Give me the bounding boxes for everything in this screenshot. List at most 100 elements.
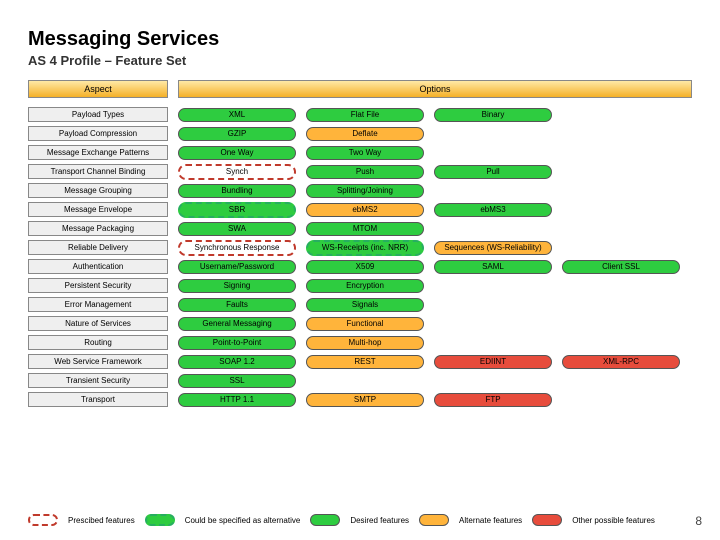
option-pill: Pull (434, 165, 552, 179)
feature-row: Transient Security SSL (28, 372, 692, 389)
aspect-label: Transient Security (28, 373, 168, 388)
aspect-label: Persistent Security (28, 278, 168, 293)
option-pill: X509 (306, 260, 424, 274)
option-group: HTTP 1.1 SMTP FTP (178, 393, 692, 407)
option-group: SSL (178, 374, 692, 388)
feature-row: Transport HTTP 1.1 SMTP FTP (28, 391, 692, 408)
aspect-label: Payload Types (28, 107, 168, 122)
feature-row: Error Management Faults Signals (28, 296, 692, 313)
aspect-label: Authentication (28, 259, 168, 274)
option-pill: Faults (178, 298, 296, 312)
option-group: Signing Encryption (178, 279, 692, 293)
aspect-label: Routing (28, 335, 168, 350)
option-pill: Multi-hop (306, 336, 424, 350)
feature-row: Message Grouping Bundling Splitting/Joinin… (28, 182, 692, 199)
header-aspect: Aspect (28, 80, 168, 98)
feature-row: Reliable Delivery Synchronous Response WS-… (28, 239, 692, 256)
page-title: Messaging Services (28, 28, 692, 51)
aspect-label: Message Grouping (28, 183, 168, 198)
option-group: Point-to-Point Multi-hop (178, 336, 692, 350)
aspect-label: Web Service Framework (28, 354, 168, 369)
option-group: Faults Signals (178, 298, 692, 312)
aspect-label: Payload Compression (28, 126, 168, 141)
option-group: Synch Push Pull (178, 164, 692, 180)
feature-row: Web Service Framework SOAP 1.2 REST EDIINT X… (28, 353, 692, 370)
aspect-label: Error Management (28, 297, 168, 312)
option-pill: Binary (434, 108, 552, 122)
aspect-label: Reliable Delivery (28, 240, 168, 255)
option-pill: Username/Password (178, 260, 296, 274)
option-pill: Bundling (178, 184, 296, 198)
option-group: GZIPDeflate (178, 127, 692, 141)
option-pill: ebMS3 (434, 203, 552, 217)
option-pill: Signing (178, 279, 296, 293)
legend-label: Desired features (350, 516, 409, 525)
feature-row: Message Packaging SWA MTOM (28, 220, 692, 237)
legend-label: Prescibed features (68, 516, 135, 525)
option-pill: General Messaging (178, 317, 296, 331)
option-pill: SBR (178, 202, 296, 218)
feature-row: Nature of Services General Messaging Funct… (28, 315, 692, 332)
option-pill: EDIINT (434, 355, 552, 369)
aspect-label: Message Packaging (28, 221, 168, 236)
option-pill: Splitting/Joining (306, 184, 424, 198)
option-pill: Push (306, 165, 424, 179)
legend-label: Could be specified as alternative (185, 516, 301, 525)
option-pill: WS-Receipts (inc. NRR) (306, 240, 424, 256)
option-pill: FTP (434, 393, 552, 407)
legend-label: Other possible features (572, 516, 655, 525)
aspect-label: Transport (28, 392, 168, 407)
feature-row: Routing Point-to-Point Multi-hop (28, 334, 692, 351)
option-pill: SAML (434, 260, 552, 274)
page-number: 8 (695, 514, 702, 528)
option-pill: Flat File (306, 108, 424, 122)
option-group: XML Flat File Binary (178, 108, 692, 122)
option-group: SBR ebMS2 ebMS3 (178, 202, 692, 218)
option-pill: Two Way (306, 146, 424, 160)
feature-row: Payload Types XML Flat File Binary (28, 106, 692, 123)
legend-swatch (28, 514, 58, 526)
option-group: General Messaging Functional (178, 317, 692, 331)
option-pill: Client SSL (562, 260, 680, 274)
aspect-label: Message Envelope (28, 202, 168, 217)
feature-row: Message Exchange Patterns One Way Two Way (28, 144, 692, 161)
option-group: SOAP 1.2 REST EDIINT XML-RPC (178, 355, 692, 369)
legend: Prescibed features Could be specified as … (28, 514, 692, 526)
feature-rows: Payload Types XML Flat File Binary Payload C… (28, 106, 692, 408)
option-pill: Signals (306, 298, 424, 312)
option-pill: One Way (178, 146, 296, 160)
feature-row: Message Envelope SBR ebMS2 ebMS3 (28, 201, 692, 218)
option-pill: HTTP 1.1 (178, 393, 296, 407)
option-group: Username/Password X509 SAML Client SSL (178, 260, 692, 274)
option-group: One Way Two Way (178, 146, 692, 160)
aspect-label: Transport Channel Binding (28, 164, 168, 179)
option-pill: Sequences (WS-Reliability) (434, 241, 552, 255)
feature-row: Persistent Security Signing Encryption (28, 277, 692, 294)
aspect-label: Message Exchange Patterns (28, 145, 168, 160)
option-pill: SWA (178, 222, 296, 236)
legend-swatch (310, 514, 340, 526)
option-pill: MTOM (306, 222, 424, 236)
aspect-label: Nature of Services (28, 316, 168, 331)
table-headers: Aspect Options (28, 80, 692, 98)
option-pill: Functional (306, 317, 424, 331)
option-pill: Synchronous Response (178, 240, 296, 256)
option-pill: SMTP (306, 393, 424, 407)
option-pill: GZIP (178, 127, 296, 141)
option-pill: XML-RPC (562, 355, 680, 369)
option-group: Synchronous Response WS-Receipts (inc. NR… (178, 240, 692, 256)
legend-swatch (419, 514, 449, 526)
option-pill: REST (306, 355, 424, 369)
page-subtitle: AS 4 Profile – Feature Set (28, 53, 692, 68)
legend-swatch (145, 514, 175, 526)
feature-row: Transport Channel Binding Synch Push Pull (28, 163, 692, 180)
option-pill: Point-to-Point (178, 336, 296, 350)
option-pill: Encryption (306, 279, 424, 293)
option-pill: ebMS2 (306, 203, 424, 217)
option-pill: XML (178, 108, 296, 122)
option-pill: SSL (178, 374, 296, 388)
option-group: SWA MTOM (178, 222, 692, 236)
header-options: Options (178, 80, 692, 98)
option-pill: Synch (178, 164, 296, 180)
option-pill: SOAP 1.2 (178, 355, 296, 369)
